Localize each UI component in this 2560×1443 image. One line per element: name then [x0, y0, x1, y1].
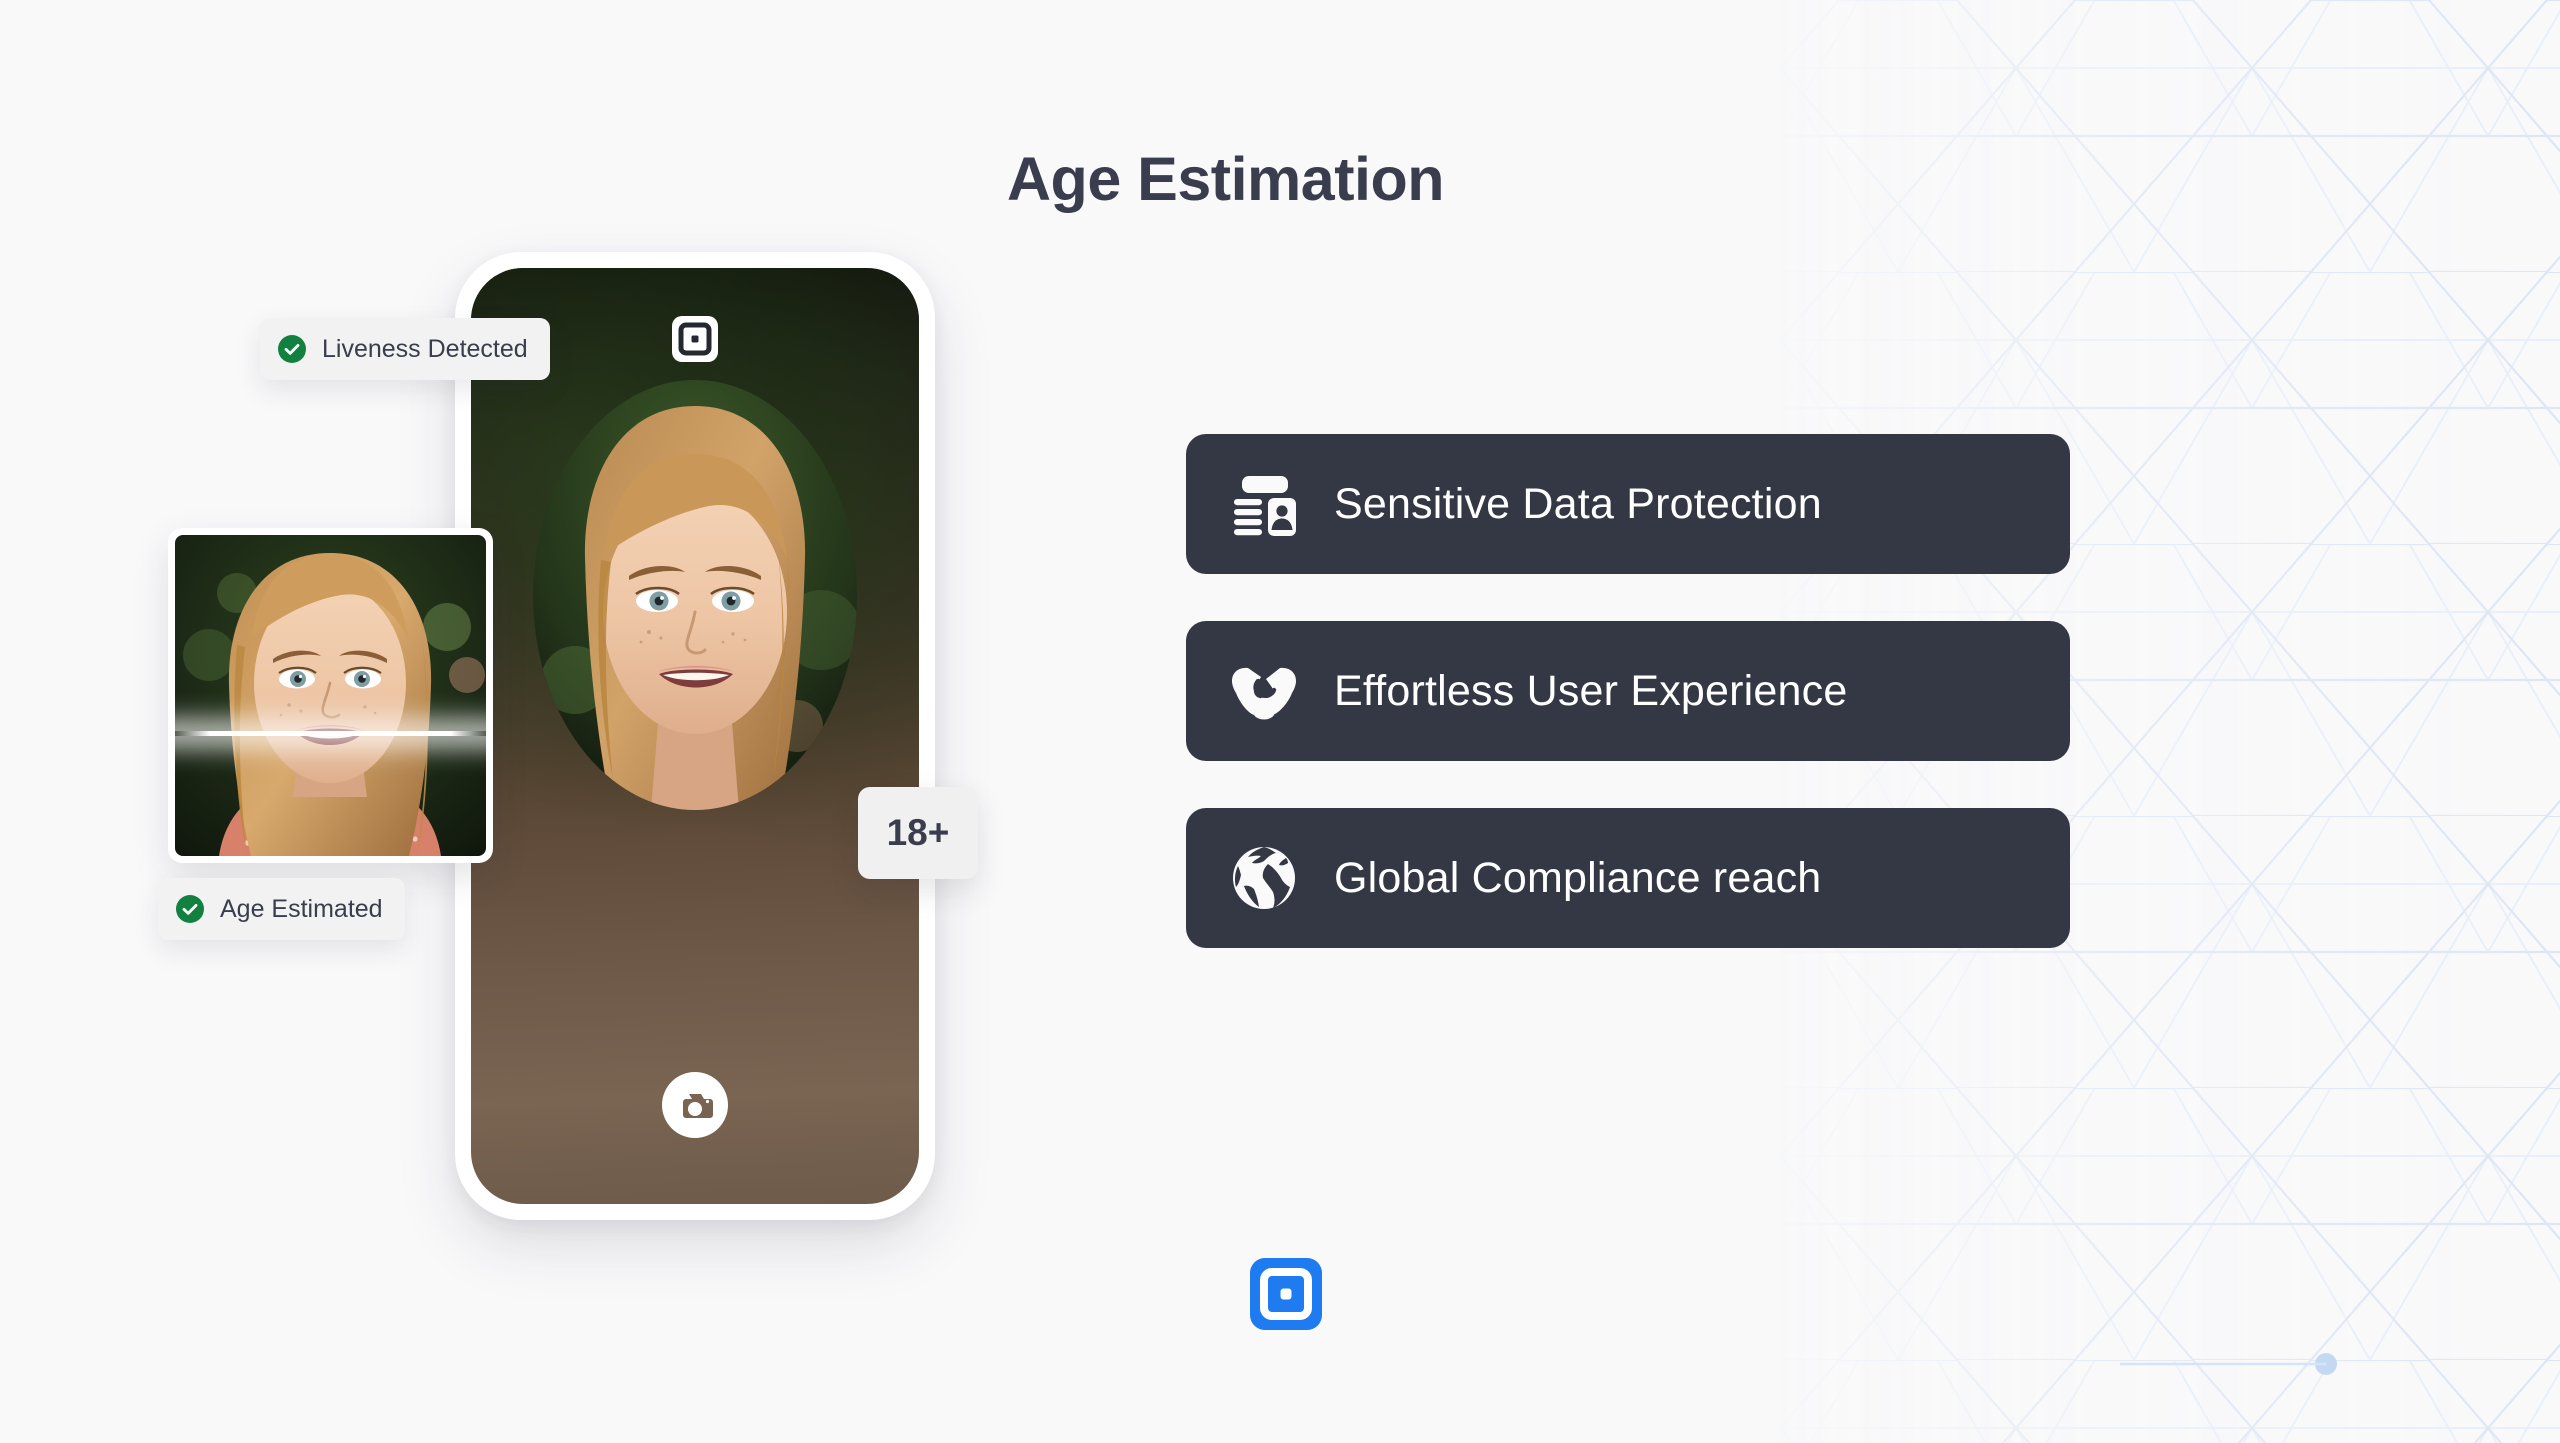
feature-label: Effortless User Experience — [1334, 666, 1848, 715]
slide-canvas: Age Estimation Liveness Detected Age Est… — [0, 0, 2560, 1443]
phone-mockup — [455, 252, 935, 1252]
age-rating-value: 18+ — [886, 812, 950, 853]
check-circle-icon — [278, 335, 306, 363]
scanned-photo — [175, 535, 486, 856]
camera-icon[interactable] — [662, 1072, 728, 1138]
portrait-thumbnail-illustration — [175, 535, 486, 856]
page-title: Age Estimation — [1007, 145, 1445, 213]
status-badge-age: Age Estimated — [158, 878, 405, 940]
status-badge-age-label: Age Estimated — [220, 894, 383, 923]
feature-card-effortless-user-experience[interactable]: Effortless User Experience — [1186, 621, 2070, 761]
status-badge-liveness: Liveness Detected — [260, 318, 550, 380]
scanned-photo-card — [168, 528, 493, 863]
feature-list: Sensitive Data Protection Effortless Use… — [1186, 434, 2070, 948]
phone-frame — [455, 252, 935, 1220]
brand-square-logo-icon — [672, 316, 718, 362]
feature-label: Global Compliance reach — [1334, 853, 1822, 902]
portrait-illustration — [533, 380, 857, 810]
feature-label: Sensitive Data Protection — [1334, 479, 1822, 528]
handshake-icon — [1232, 667, 1296, 720]
globe-icon — [1233, 847, 1295, 909]
status-badge-liveness-label: Liveness Detected — [322, 334, 528, 363]
age-rating-badge: 18+ — [858, 787, 978, 879]
phone-screen — [471, 268, 919, 1204]
check-circle-icon — [176, 895, 204, 923]
id-card-icon — [1234, 476, 1296, 536]
scanning-line — [175, 730, 486, 736]
feature-card-sensitive-data-protection[interactable]: Sensitive Data Protection — [1186, 434, 2070, 574]
feature-card-global-compliance-reach[interactable]: Global Compliance reach — [1186, 808, 2070, 948]
brand-square-logo-icon — [1250, 1258, 1322, 1330]
face-oval-crop — [533, 380, 857, 810]
